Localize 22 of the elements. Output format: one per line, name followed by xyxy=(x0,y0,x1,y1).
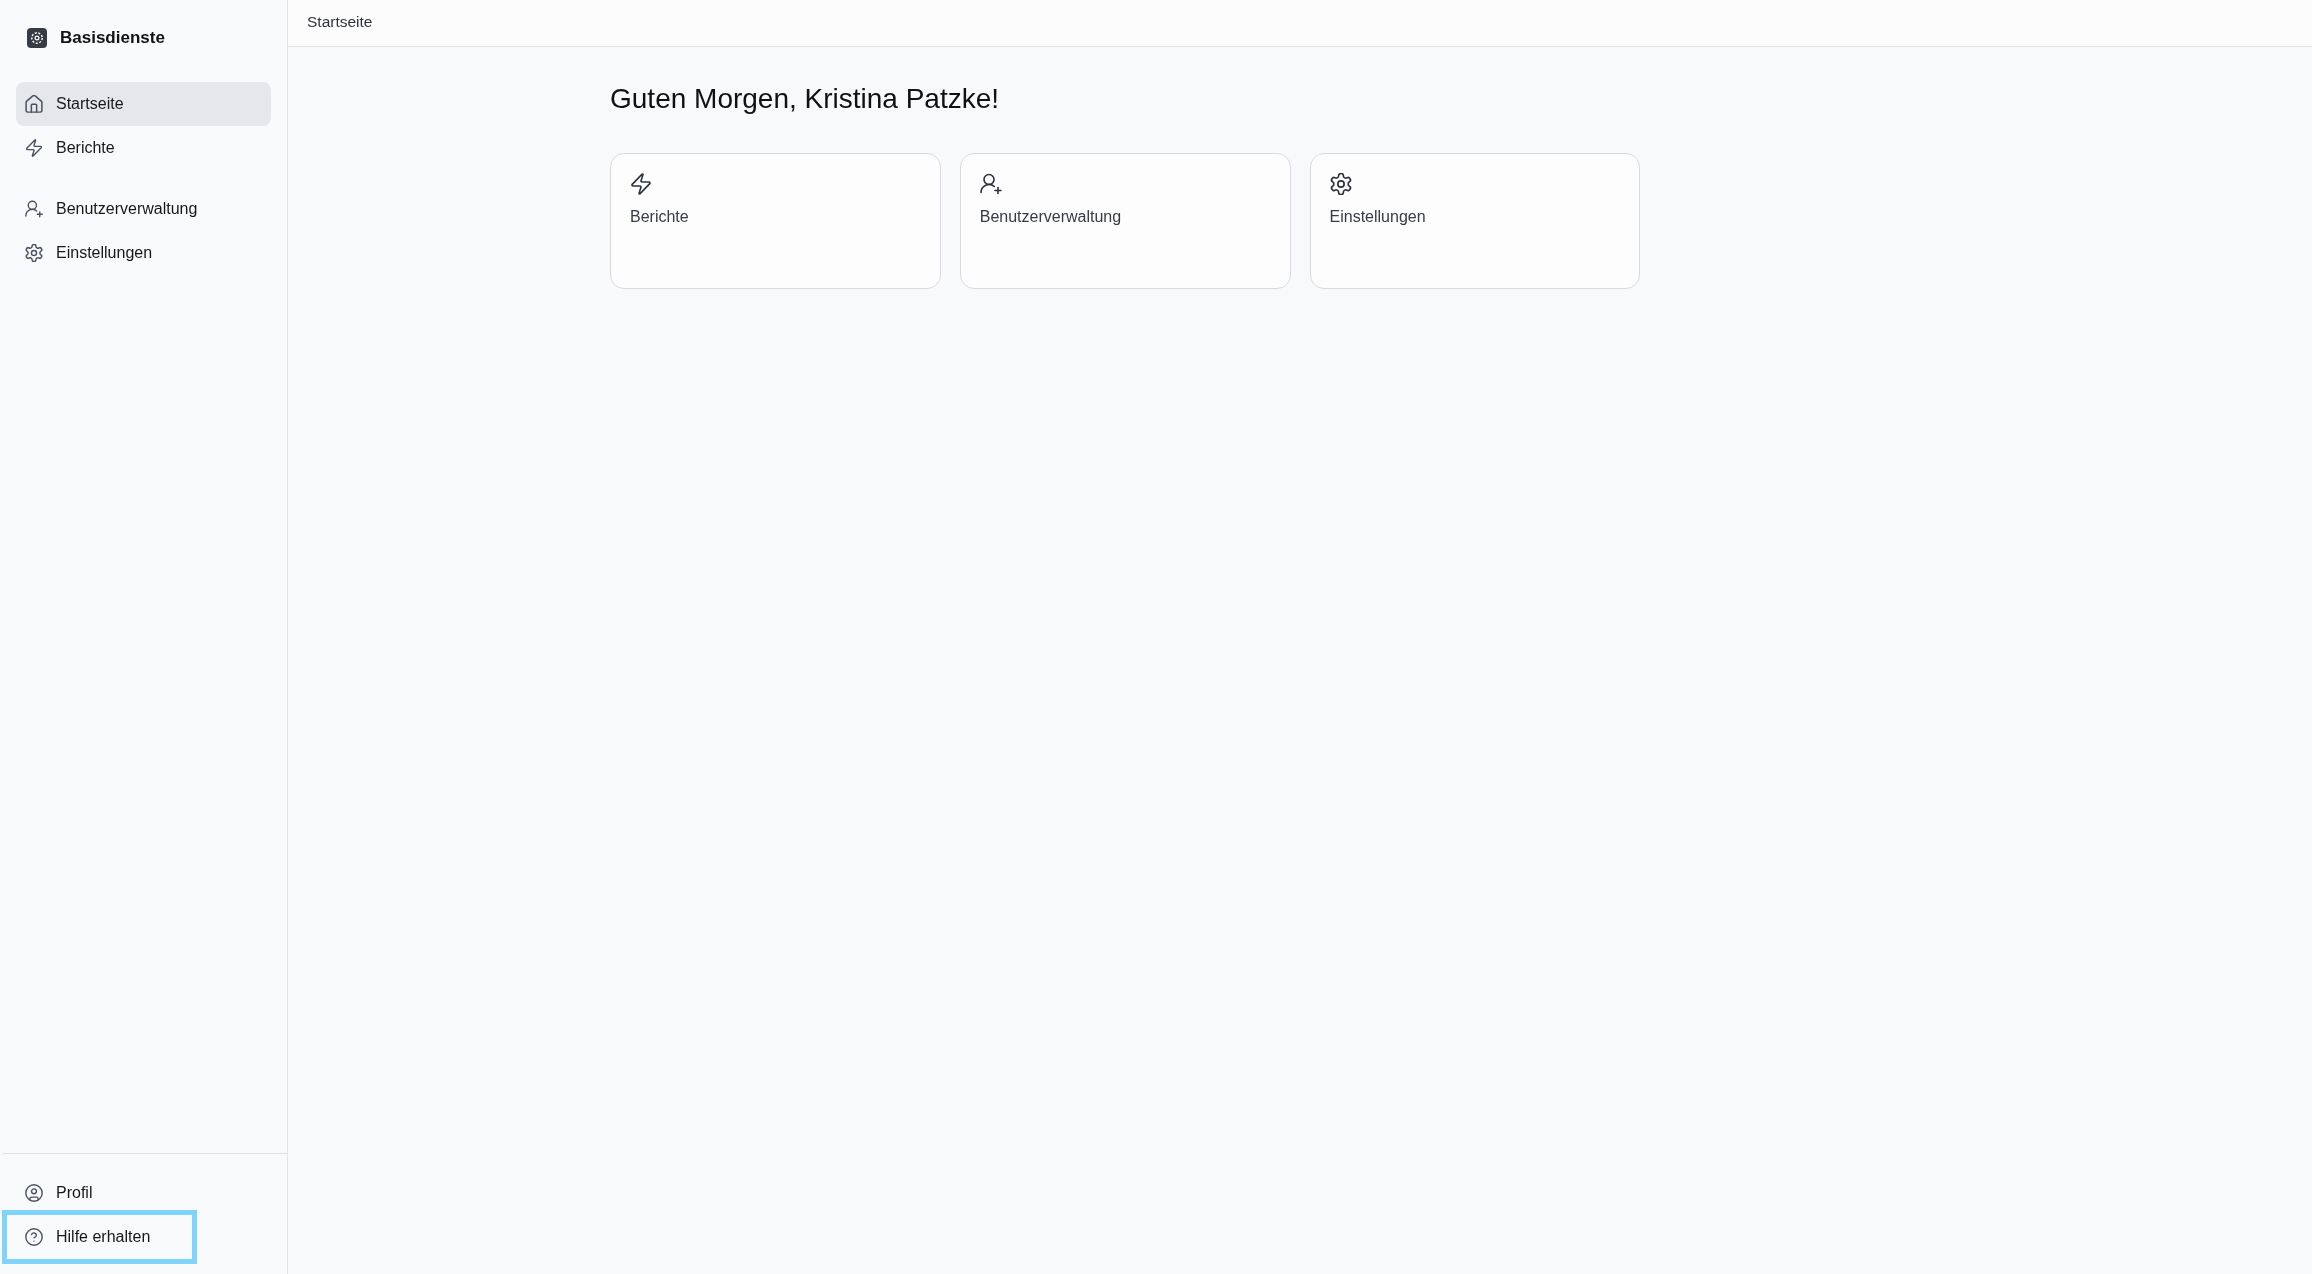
sidebar-nav-item[interactable]: Profil xyxy=(7,1171,192,1215)
lightning-icon xyxy=(25,139,43,157)
user-circle-icon xyxy=(25,1184,43,1202)
lightning-icon xyxy=(630,173,652,195)
shortcut-card[interactable]: Einstellungen xyxy=(1309,153,1641,289)
settings-icon xyxy=(25,244,43,262)
user-plus-icon xyxy=(25,200,43,218)
user-plus-icon xyxy=(979,173,1002,195)
sidebar-nav-item[interactable]: Einstellungen xyxy=(16,231,271,275)
sidebar-nav-item[interactable]: Hilfe erhalten xyxy=(7,1215,192,1259)
logo-icon xyxy=(27,28,47,48)
help-icon xyxy=(25,1228,43,1246)
sidebar-nav-item[interactable]: Benutzerverwaltung xyxy=(16,187,271,231)
app-title: Basisdienste xyxy=(60,28,165,48)
greeting-heading: Guten Morgen, Kristina Patzke! xyxy=(610,82,1000,116)
shortcut-card[interactable]: Benutzerverwaltung xyxy=(959,153,1291,289)
house-icon xyxy=(25,95,43,113)
settings-icon xyxy=(1329,173,1352,195)
sidebar-nav-item[interactable]: Startseite xyxy=(16,82,271,126)
breadcrumb-text: Startseite xyxy=(307,13,373,30)
sidebar-nav-item[interactable]: Berichte xyxy=(16,126,271,170)
shortcut-card[interactable]: Berichte xyxy=(610,153,941,289)
